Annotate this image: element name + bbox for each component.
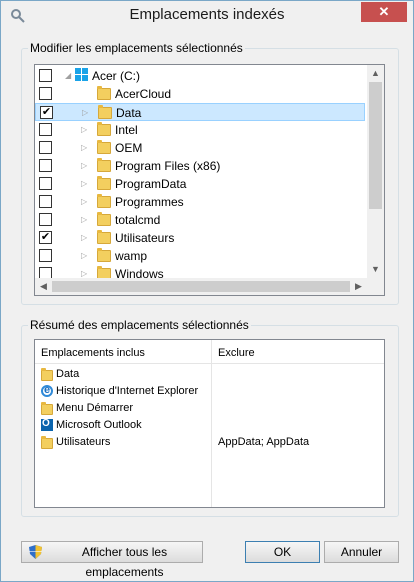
expand-arrow-icon[interactable]: ▷ [82,105,88,121]
expand-arrow-icon[interactable]: ▷ [81,194,87,210]
tree-row[interactable]: ▷ Program Files (x86) [35,157,365,175]
tree-vertical-scrollbar[interactable]: ▲ ▼ [367,65,384,278]
tree-item-label: Programmes [115,195,184,209]
folder-icon [97,158,111,172]
column-header-exclude[interactable]: Exclure [218,347,255,359]
included-location-name: Menu Démarrer [56,402,134,414]
horizontal-scroll-thumb[interactable] [52,281,350,292]
folder-icon [97,230,111,244]
close-button[interactable]: ✕ [361,2,407,22]
location-checkbox[interactable] [39,69,52,82]
included-location-name: Data [56,368,80,380]
location-checkbox[interactable] [39,141,52,154]
summary-group: Résumé des emplacements sélectionnés Emp… [21,318,399,517]
cancel-button[interactable]: Annuler [324,541,399,563]
tree-item-label: Data [116,106,142,120]
tree-item-label: Acer (C:) [92,69,140,83]
location-checkbox[interactable]: ✔ [39,231,52,244]
tree-row[interactable]: ◢ Acer (C:) [35,67,365,85]
modify-locations-group: Modifier les emplacements sélectionnés ◢… [21,41,399,305]
ok-button[interactable]: OK [245,541,320,563]
tree-item-label: Intel [115,123,138,137]
folder-icon [97,248,111,262]
tree-row[interactable]: ▷ ProgramData [35,175,365,193]
tree-row[interactable]: ✔ ▷ Utilisateurs [35,229,365,247]
location-checkbox[interactable] [39,213,52,226]
expand-arrow-icon[interactable]: ▷ [81,122,87,138]
tree-row[interactable]: ✔ ▷ Data [35,103,365,121]
summary-list[interactable]: Emplacements inclus Exclure Data Historiq… [34,339,385,508]
internet-explorer-icon [41,384,53,397]
tree-horizontal-scrollbar[interactable]: ◀ ▶ [35,278,367,295]
expand-arrow-icon[interactable]: ▷ [81,158,87,174]
tree-row[interactable]: ▷ OEM [35,139,365,157]
summary-row[interactable]: Historique d'Internet Explorer [41,383,381,400]
locations-tree[interactable]: ◢ Acer (C:) AcerCloud ✔ ▷ Data ▷ Intel ▷ OEM ▷ Prog… [34,64,385,296]
expand-arrow-icon[interactable]: ▷ [81,212,87,228]
included-location-name: Historique d'Internet Explorer [56,385,199,397]
folder-icon [97,194,111,208]
location-checkbox[interactable] [39,159,52,172]
tree-item-label: OEM [115,141,143,155]
tree-row[interactable]: AcerCloud [35,85,365,103]
scroll-left-icon[interactable]: ◀ [35,278,52,295]
tree-item-label: wamp [115,249,148,263]
window-title: Emplacements indexés [129,6,285,23]
tree-item-label: ProgramData [115,177,187,191]
scrollbar-corner [367,278,384,295]
vertical-scroll-thumb[interactable] [369,82,382,209]
tree-row[interactable]: ▷ Intel [35,121,365,139]
tree-row[interactable]: ▷ Programmes [35,193,365,211]
folder-icon [97,86,111,100]
folder-icon [41,402,53,415]
expand-arrow-icon[interactable]: ▷ [81,230,87,246]
folder-icon [97,140,111,154]
location-checkbox[interactable] [39,195,52,208]
folder-icon [97,176,111,190]
scroll-down-icon[interactable]: ▼ [367,261,384,278]
summary-row[interactable]: Microsoft Outlook [41,417,381,434]
column-header-included[interactable]: Emplacements inclus [41,347,145,359]
expand-arrow-icon[interactable]: ▷ [81,176,87,192]
location-checkbox[interactable] [39,87,52,100]
show-all-locations-button[interactable]: Afficher tous les emplacements [21,541,203,579]
folder-icon [98,105,112,119]
folder-icon [97,122,111,136]
summary-row[interactable]: Utilisateurs AppData; AppData [41,434,381,451]
included-location-name: Microsoft Outlook [56,419,142,431]
location-checkbox[interactable]: ✔ [40,106,53,119]
tree-item-label: AcerCloud [115,87,172,101]
tree-item-label: Program Files (x86) [115,159,221,173]
expand-arrow-icon[interactable]: ▷ [81,248,87,264]
header-divider [35,363,384,364]
title-bar: Emplacements indexés ✕ [1,1,413,31]
outlook-icon [41,418,53,431]
tree-row[interactable]: ▷ totalcmd [35,211,365,229]
scroll-up-icon[interactable]: ▲ [367,65,384,82]
included-location-name: Utilisateurs [56,436,111,448]
expand-arrow-icon[interactable]: ▷ [81,140,87,156]
shield-icon [29,545,42,559]
summary-row[interactable]: Menu Démarrer [41,400,381,417]
location-checkbox[interactable] [39,249,52,262]
tree-item-label: totalcmd [115,213,161,227]
collapse-arrow-icon[interactable]: ◢ [65,68,71,84]
show-all-label: Afficher tous les emplacements [81,545,168,579]
tree-row[interactable]: ▷ wamp [35,247,365,265]
modify-locations-label: Modifier les emplacements sélectionnés [28,41,245,55]
excluded-locations: AppData; AppData [218,436,310,448]
folder-icon [97,212,111,226]
location-checkbox[interactable] [39,123,52,136]
drive-icon [75,68,88,81]
summary-label: Résumé des emplacements sélectionnés [28,318,251,332]
close-icon: ✕ [378,4,390,19]
folder-icon [41,436,53,449]
location-checkbox[interactable] [39,177,52,190]
folder-icon [41,368,53,381]
summary-row[interactable]: Data [41,366,381,383]
indexed-locations-dialog: Emplacements indexés ✕ Modifier les empl… [0,0,414,582]
scroll-right-icon[interactable]: ▶ [350,278,367,295]
tree-item-label: Utilisateurs [115,231,175,245]
